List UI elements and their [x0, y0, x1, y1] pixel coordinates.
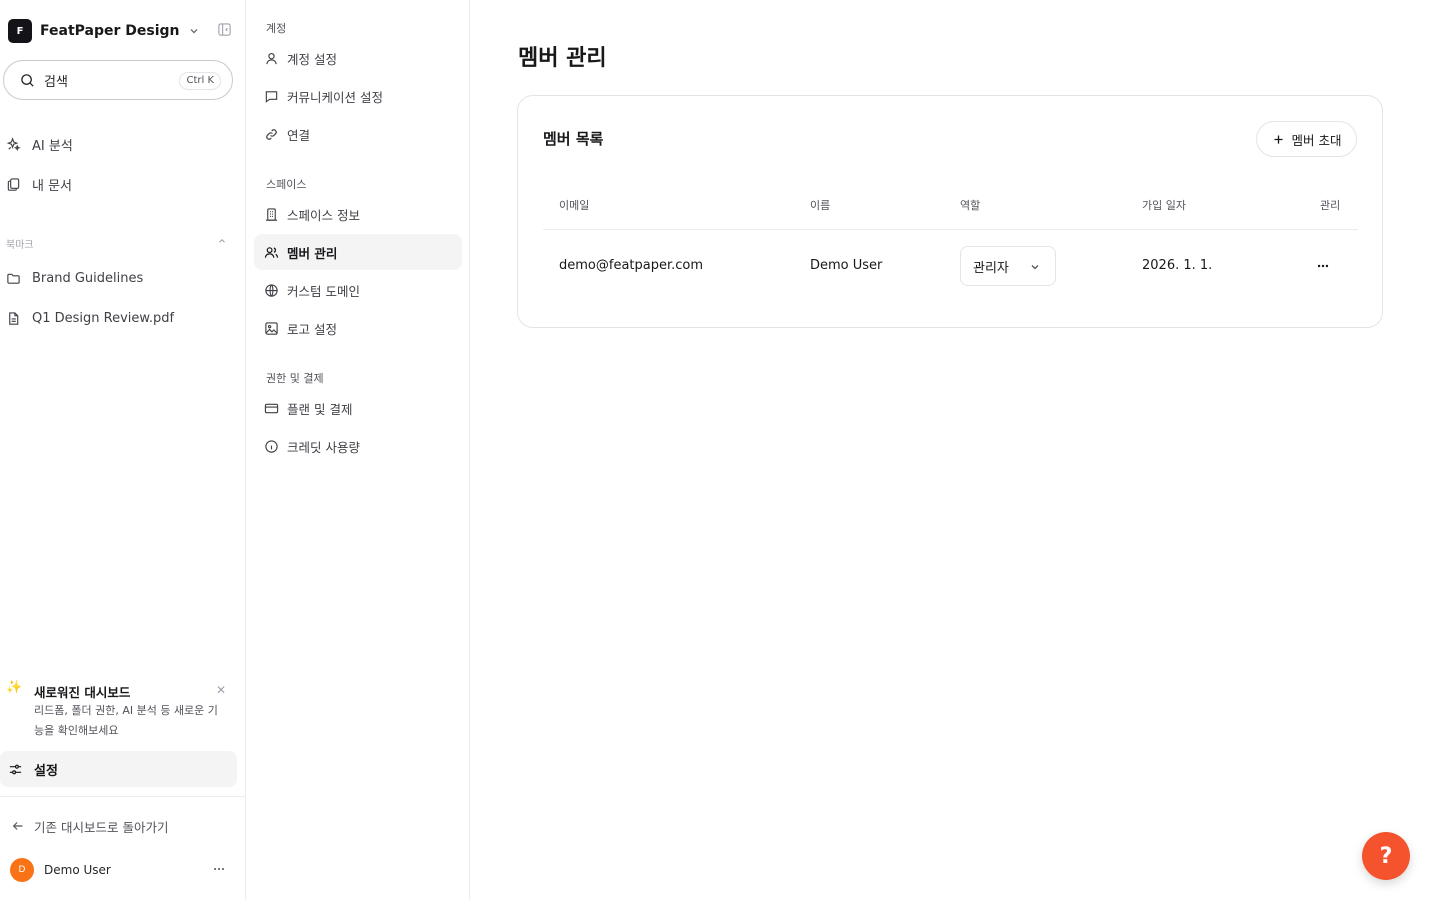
settings-item-label: 스페이스 정보: [287, 207, 360, 223]
invite-label: 멤버 초대: [1291, 132, 1342, 148]
image-icon: [264, 321, 279, 336]
settings-item-custom-domain[interactable]: 커스텀 도메인: [254, 272, 462, 308]
member-list-card: 멤버 목록 멤버 초대 이메일 이름 역할 가입 일자 관리 demo@feat…: [517, 95, 1383, 328]
file-icon: [6, 311, 21, 326]
column-header-manage: 관리: [1320, 199, 1341, 212]
info-icon: [264, 439, 279, 454]
users-icon: [264, 245, 279, 260]
role-value: 관리자: [973, 260, 1009, 276]
table-divider: [543, 229, 1358, 230]
section-title-billing: 권한 및 결제: [266, 372, 324, 385]
workspace-logo: F: [8, 19, 32, 43]
section-title-space: 스페이스: [266, 178, 307, 191]
settings-item-label: 멤버 관리: [287, 245, 338, 261]
settings-item-label: 커스텀 도메인: [287, 283, 360, 299]
credit-card-icon: [264, 401, 279, 416]
settings-item-credit-usage[interactable]: 크레딧 사용량: [254, 428, 462, 464]
more-horizontal-icon[interactable]: [212, 862, 226, 876]
sparkle-icon: [6, 136, 21, 152]
settings-nav: 계정 계정 설정 커뮤니케이션 설정 연결 스페이스 스페이스 정보 멤버 관리: [246, 0, 470, 900]
divider: [0, 796, 245, 797]
settings-item-account[interactable]: 계정 설정: [254, 40, 462, 76]
column-header-joined: 가입 일자: [1142, 199, 1186, 212]
user-profile[interactable]: D Demo User: [10, 858, 230, 882]
arrow-left-icon: [11, 819, 25, 833]
settings-item-label: 커뮤니케이션 설정: [287, 89, 383, 105]
search-shortcut: Ctrl K: [179, 72, 221, 90]
back-to-dashboard-link[interactable]: 기존 대시보드로 돌아가기: [11, 815, 168, 837]
settings-item-space-info[interactable]: 스페이스 정보: [254, 196, 462, 232]
settings-item-plan-billing[interactable]: 플랜 및 결제: [254, 390, 462, 426]
sidebar-item-label: AI 분석: [32, 138, 73, 154]
section-title-account: 계정: [266, 22, 287, 35]
settings-item-connections[interactable]: 연결: [254, 116, 462, 152]
cell-email: demo@featpaper.com: [559, 258, 704, 273]
settings-item-label: 계정 설정: [287, 51, 337, 67]
cell-name: Demo User: [810, 258, 883, 273]
chevron-up-icon[interactable]: [217, 236, 227, 246]
bookmark-label: Q1 Design Review.pdf: [32, 310, 175, 326]
settings-item-label: 크레딧 사용량: [287, 439, 360, 455]
sidebar-item-my-documents[interactable]: 내 문서: [6, 172, 72, 196]
bookmark-q1-design-review[interactable]: Q1 Design Review.pdf: [6, 306, 174, 330]
close-icon[interactable]: ✕: [216, 683, 226, 697]
sidebar-item-ai-analysis[interactable]: AI 분석: [6, 132, 73, 156]
bookmark-label: Brand Guidelines: [32, 270, 144, 286]
user-icon: [264, 51, 279, 66]
sidebar-item-label: 설정: [34, 763, 58, 779]
sliders-icon: [8, 762, 23, 777]
cell-joined: 2026. 1. 1.: [1142, 258, 1213, 273]
link-icon: [264, 127, 279, 142]
search-label: 검색: [44, 74, 68, 90]
sparkles-icon: ✨: [6, 680, 23, 695]
chevron-down-icon: [1029, 261, 1041, 273]
promo-title: 새로워진 대시보드: [34, 685, 131, 700]
building-icon: [264, 207, 279, 222]
settings-item-logo[interactable]: 로고 설정: [254, 310, 462, 346]
column-header-name: 이름: [810, 199, 831, 212]
globe-icon: [264, 283, 279, 298]
settings-item-communication[interactable]: 커뮤니케이션 설정: [254, 78, 462, 114]
user-name: Demo User: [44, 863, 111, 877]
bookmark-brand-guidelines[interactable]: Brand Guidelines: [6, 266, 143, 290]
promo-description: 리드폼, 폴더 권한, AI 분석 등 새로운 기능을 확인해보세요: [34, 704, 218, 737]
card-title: 멤버 목록: [543, 130, 604, 148]
help-button[interactable]: ?: [1362, 832, 1410, 880]
invite-member-button[interactable]: 멤버 초대: [1256, 121, 1357, 157]
plus-icon: [1272, 133, 1285, 146]
role-select[interactable]: 관리자: [960, 246, 1056, 286]
settings-item-label: 로고 설정: [287, 321, 337, 337]
search-icon: [20, 73, 35, 88]
settings-item-member-management[interactable]: 멤버 관리: [254, 234, 462, 270]
back-label: 기존 대시보드로 돌아가기: [34, 819, 169, 835]
sidebar: F FeatPaper Design 검색 Ctrl K AI 분석 내 문서 …: [0, 0, 246, 900]
search-input[interactable]: 검색 Ctrl K: [3, 60, 233, 100]
column-header-email: 이메일: [559, 199, 590, 212]
documents-icon: [6, 177, 21, 192]
column-header-role: 역할: [960, 199, 981, 212]
workspace-name: FeatPaper Design: [40, 23, 180, 39]
workspace-switcher[interactable]: F FeatPaper Design: [8, 18, 238, 44]
settings-item-label: 연결: [287, 127, 311, 143]
page-title: 멤버 관리: [518, 46, 607, 71]
bookmarks-label: 북마크: [6, 240, 34, 251]
avatar: D: [10, 858, 34, 882]
settings-item-label: 플랜 및 결제: [287, 401, 353, 417]
sidebar-toggle-icon[interactable]: [217, 22, 232, 37]
sidebar-item-settings[interactable]: 설정: [0, 751, 237, 787]
sidebar-item-label: 내 문서: [32, 178, 73, 194]
chevron-down-icon: [188, 25, 200, 37]
more-horizontal-icon[interactable]: [1316, 259, 1330, 273]
message-icon: [264, 89, 279, 104]
folder-icon: [6, 271, 21, 286]
